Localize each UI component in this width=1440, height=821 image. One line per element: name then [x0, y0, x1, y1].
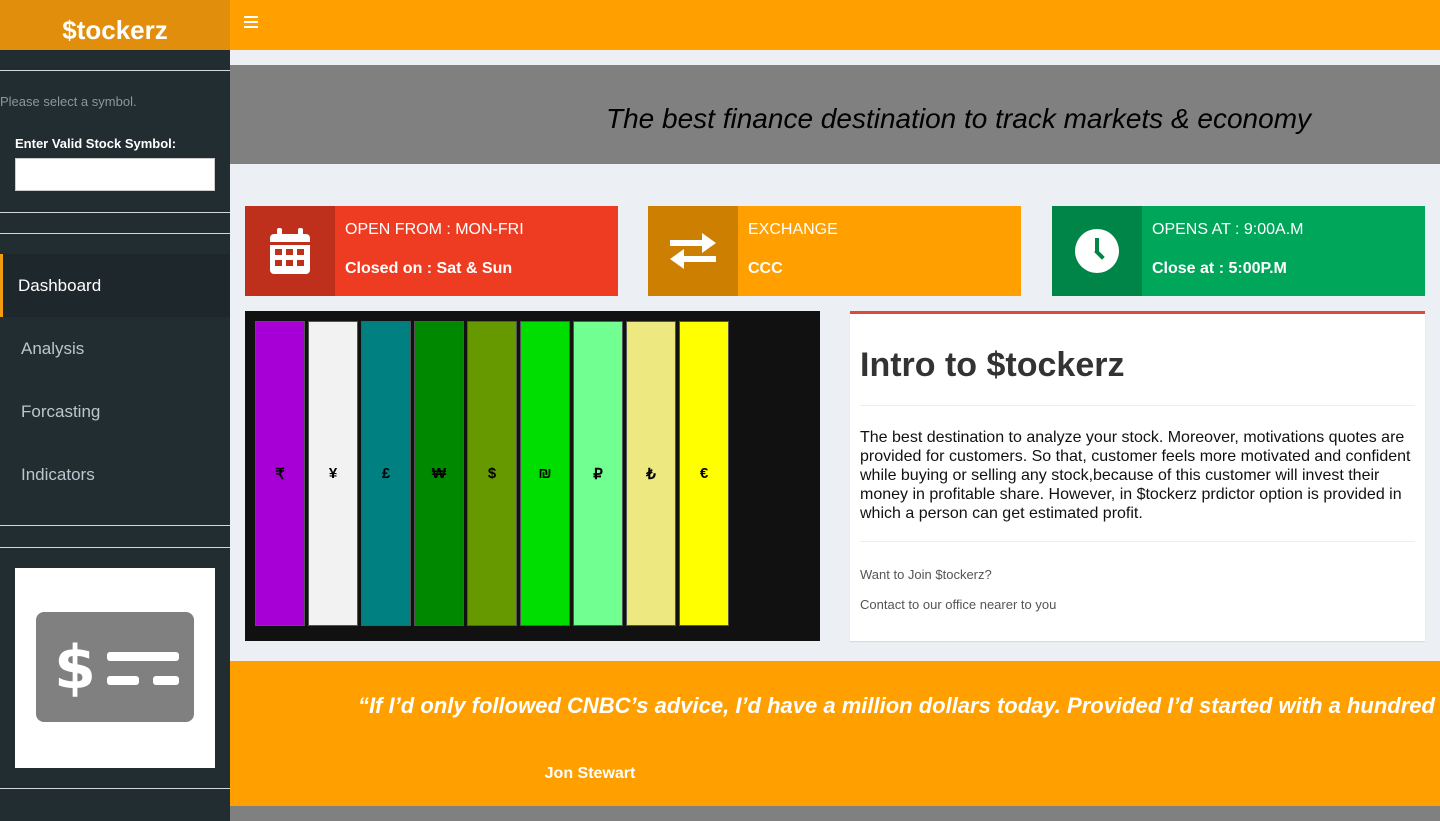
currency-bars-panel: ₹ ¥ £ ₩ $ ₪ ₽ ₺ € — [245, 311, 820, 641]
currency-bar: ¥ — [308, 321, 358, 626]
quote-banner: “If I’d only followed CNBC’s advice, I’d… — [230, 661, 1440, 806]
symbol-input[interactable] — [15, 158, 215, 191]
sidebar-item-dashboard[interactable]: Dashboard — [0, 254, 230, 317]
intro-title: Intro to $tockerz — [860, 346, 1125, 384]
menu-toggle-icon[interactable] — [244, 16, 258, 28]
exchange-icon — [670, 233, 716, 269]
info-box-icon — [1052, 206, 1142, 296]
info-box-title: EXCHANGE — [748, 221, 838, 238]
sidebar-item-analysis[interactable]: Analysis — [0, 317, 230, 380]
intro-box: Intro to $tockerz The best destination t… — [850, 311, 1425, 641]
top-navbar — [230, 0, 1440, 50]
clock-icon — [1075, 229, 1119, 273]
money-check-dollar-icon: $ — [36, 612, 194, 722]
info-box-title: OPEN FROM : MON-FRI — [345, 221, 524, 238]
info-box-value: CCC — [748, 260, 783, 277]
symbol-help-text: Please select a symbol. — [0, 94, 137, 109]
app-logo[interactable]: $tockerz — [0, 0, 230, 50]
info-box-open-days: OPEN FROM : MON-FRI Closed on : Sat & Su… — [245, 206, 618, 296]
sidebar-divider — [0, 788, 230, 789]
sidebar: $tockerz Please select a symbol. Enter V… — [0, 0, 230, 821]
sidebar-divider — [0, 70, 230, 71]
sidebar-menu: Dashboard Analysis Forcasting Indicators — [0, 254, 230, 506]
sidebar-divider — [0, 212, 230, 213]
calendar-icon — [270, 228, 310, 274]
tagline-banner: The best finance destination to track ma… — [230, 65, 1440, 164]
sidebar-divider — [0, 233, 230, 234]
sidebar-divider — [0, 547, 230, 548]
currency-bar: ₺ — [626, 321, 676, 626]
info-box-value: Closed on : Sat & Sun — [345, 260, 513, 277]
currency-bar: £ — [361, 321, 411, 626]
info-box-title: OPENS AT : 9:00A.M — [1152, 221, 1304, 238]
sidebar-item-indicators[interactable]: Indicators — [0, 443, 230, 506]
quote-author: Jon Stewart — [544, 765, 636, 782]
intro-footer-contact: Contact to our office nearer to you — [860, 597, 1057, 612]
currency-bar: ₪ — [520, 321, 570, 626]
info-box-value: Close at : 5:00P.M — [1152, 260, 1287, 277]
currency-bar: ₹ — [255, 321, 305, 626]
sidebar-divider — [0, 525, 230, 526]
intro-footer-join: Want to Join $tockerz? — [860, 567, 992, 582]
info-box-icon — [648, 206, 738, 296]
svg-text:$: $ — [54, 633, 96, 703]
footer-strip — [230, 806, 1440, 821]
currency-bar: ₩ — [414, 321, 464, 626]
symbol-label: Enter Valid Stock Symbol: — [15, 136, 177, 151]
divider — [860, 405, 1415, 406]
currency-bar: $ — [467, 321, 517, 626]
quote-text: “If I’d only followed CNBC’s advice, I’d… — [358, 693, 1440, 718]
info-box-icon — [245, 206, 335, 296]
currency-bar: ₽ — [573, 321, 623, 626]
tagline-text: The best finance destination to track ma… — [606, 103, 1312, 134]
sidebar-item-forcasting[interactable]: Forcasting — [0, 380, 230, 443]
divider — [860, 541, 1415, 542]
intro-body: The best destination to analyze your sto… — [860, 429, 1411, 522]
info-box-hours: OPENS AT : 9:00A.M Close at : 5:00P.M — [1052, 206, 1425, 296]
info-box-exchange: EXCHANGE CCC — [648, 206, 1021, 296]
currency-bar: € — [679, 321, 729, 626]
sidebar-money-card: $ — [15, 568, 215, 768]
